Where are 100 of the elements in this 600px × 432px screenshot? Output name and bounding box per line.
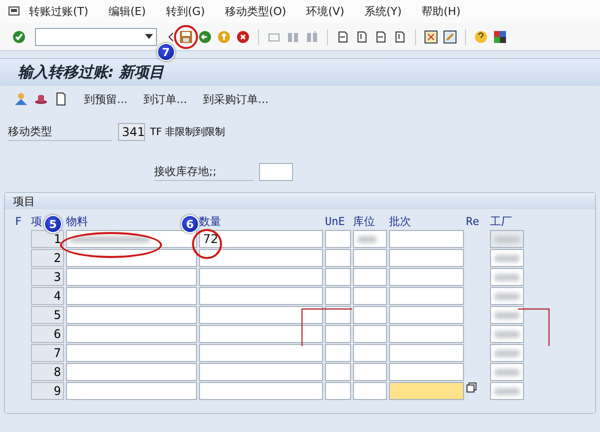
material-field[interactable]	[66, 306, 197, 324]
cancel-icon[interactable]	[236, 30, 250, 44]
material-field[interactable]	[66, 325, 197, 343]
receiving-storage-field[interactable]	[259, 163, 293, 181]
dropdown-icon	[145, 34, 153, 39]
storage-location-field[interactable]	[353, 344, 387, 362]
quantity-field[interactable]: 72	[199, 230, 323, 248]
batch-field[interactable]	[389, 325, 464, 343]
material-field[interactable]	[66, 268, 197, 286]
unit-field[interactable]	[325, 268, 351, 286]
page-icon[interactable]	[355, 30, 369, 44]
save-icon[interactable]	[179, 30, 193, 44]
batch-field[interactable]	[389, 268, 464, 286]
hat-icon[interactable]	[34, 92, 48, 106]
menu-item[interactable]: 编辑(E)	[99, 4, 157, 19]
person-icon[interactable]	[14, 92, 28, 106]
menu-item[interactable]: 帮助(H)	[412, 4, 472, 19]
plant-field[interactable]	[490, 382, 524, 400]
window-icon[interactable]	[443, 30, 457, 44]
plant-field[interactable]	[490, 325, 524, 343]
copy-icon[interactable]	[466, 382, 477, 393]
menu-item[interactable]: 转账过账(T)	[20, 4, 100, 19]
row-number: 6	[31, 325, 64, 343]
batch-field[interactable]	[389, 363, 464, 381]
unit-field[interactable]	[325, 344, 351, 362]
command-field[interactable]	[35, 28, 157, 46]
storage-location-field[interactable]	[353, 268, 387, 286]
plant-field[interactable]	[490, 268, 524, 286]
page-icon[interactable]	[336, 30, 350, 44]
storage-location-field[interactable]	[353, 306, 387, 324]
menu-icon[interactable]	[8, 6, 20, 17]
back-icon[interactable]	[198, 30, 212, 44]
check-icon[interactable]	[12, 30, 26, 44]
toolbar-link[interactable]: 到预留...	[84, 92, 128, 106]
movement-type-text: TF 非限制到限制	[150, 126, 226, 139]
plant-field[interactable]	[490, 344, 524, 362]
batch-field[interactable]	[389, 344, 464, 362]
page-icon[interactable]	[374, 30, 388, 44]
toolbar-link[interactable]: 到订单...	[144, 92, 187, 106]
menu-item[interactable]: 环境(V)	[297, 4, 356, 19]
batch-field[interactable]	[389, 249, 464, 267]
unit-field[interactable]	[325, 230, 351, 248]
plant-field[interactable]	[490, 249, 524, 267]
material-field[interactable]	[66, 382, 197, 400]
material-field[interactable]	[66, 363, 197, 381]
plant-field[interactable]	[490, 363, 524, 381]
quantity-field[interactable]	[199, 382, 323, 400]
toolbar-link[interactable]: 到采购订单...	[203, 92, 268, 106]
unit-field[interactable]	[325, 363, 351, 381]
screen-title: 输入转移过账: 新项目	[18, 63, 164, 82]
plant-field[interactable]	[490, 287, 524, 305]
material-field[interactable]	[66, 287, 197, 305]
menu-item[interactable]: 移动类型(O)	[216, 4, 298, 19]
batch-field[interactable]	[389, 230, 464, 248]
storage-location-field[interactable]	[353, 363, 387, 381]
quantity-field[interactable]	[199, 325, 323, 343]
material-field[interactable]	[66, 249, 197, 267]
unit-field[interactable]	[325, 382, 351, 400]
storage-location-field[interactable]	[353, 230, 387, 248]
batch-field[interactable]	[389, 306, 464, 324]
plant-field[interactable]	[490, 230, 524, 248]
layout-icon[interactable]	[493, 30, 507, 44]
quantity-field[interactable]	[199, 268, 323, 286]
quantity-field[interactable]	[199, 249, 323, 267]
column-header: 数量	[199, 214, 221, 229]
highlight-circle	[174, 25, 198, 49]
exit-icon[interactable]	[217, 30, 231, 44]
document-icon[interactable]	[54, 92, 68, 106]
column-header: 批次	[389, 214, 411, 229]
column-header: F	[15, 214, 22, 229]
row-number: 9	[31, 382, 64, 400]
menu-item[interactable]: 转到(G)	[156, 4, 216, 19]
batch-field[interactable]	[389, 287, 464, 305]
window-icon[interactable]	[424, 30, 438, 44]
field-label: 接收库存地;;	[154, 164, 254, 180]
quantity-field[interactable]	[199, 306, 323, 324]
storage-location-field[interactable]	[353, 249, 387, 267]
step-marker: 5	[44, 215, 62, 233]
help-icon[interactable]	[474, 30, 488, 44]
menu-item[interactable]: 系统(Y)	[355, 4, 413, 19]
column-header: 工厂	[490, 214, 512, 229]
collapse-icon[interactable]	[168, 32, 174, 42]
unit-field[interactable]	[325, 306, 351, 324]
unit-field[interactable]	[325, 249, 351, 267]
blurred-value	[494, 388, 520, 394]
leader-line	[518, 308, 550, 346]
column-header: UnE	[325, 214, 345, 229]
storage-location-field[interactable]	[353, 325, 387, 343]
batch-field[interactable]	[389, 382, 464, 400]
quantity-field[interactable]	[199, 344, 323, 362]
material-field[interactable]	[66, 230, 197, 248]
plant-field[interactable]	[490, 306, 524, 324]
unit-field[interactable]	[325, 325, 351, 343]
storage-location-field[interactable]	[353, 287, 387, 305]
page-icon[interactable]	[393, 30, 407, 44]
quantity-field[interactable]	[199, 363, 323, 381]
material-field[interactable]	[66, 344, 197, 362]
storage-location-field[interactable]	[353, 382, 387, 400]
unit-field[interactable]	[325, 287, 351, 305]
quantity-field[interactable]	[199, 287, 323, 305]
